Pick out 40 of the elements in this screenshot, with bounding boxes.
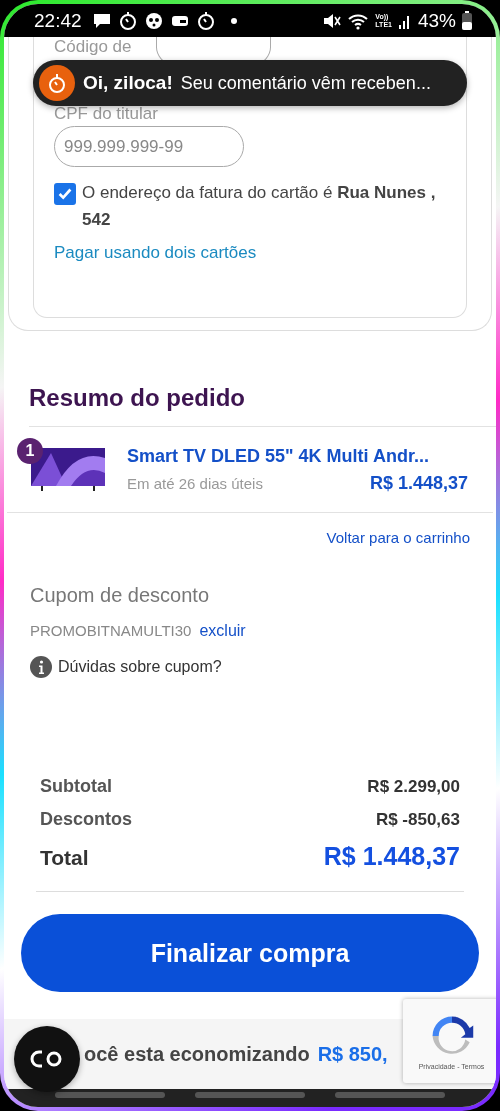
notification-toast[interactable]: Oi, ziloca! Seu comentário vêm receben...: [33, 60, 467, 106]
product-price: R$ 1.448,37: [369, 472, 468, 494]
nav-handle[interactable]: [335, 1092, 445, 1098]
link-icon: [30, 1049, 64, 1069]
field-label: Código de: [54, 37, 132, 57]
total-value: R$ 2.299,00: [367, 777, 460, 797]
section-title: Resumo do pedido: [29, 384, 496, 427]
two-cards-link[interactable]: Pagar usando dois cartões: [54, 243, 257, 263]
savings-text: ocê esta economizando: [84, 1042, 310, 1066]
app-icon: [39, 65, 75, 101]
total-label: Subtotal: [40, 776, 112, 797]
quantity-badge: 1: [17, 437, 43, 464]
more-dot-icon: [229, 16, 238, 25]
checkbox[interactable]: [54, 183, 76, 205]
nav-handle[interactable]: [55, 1092, 165, 1098]
info-icon: [30, 656, 52, 678]
nav-handle[interactable]: [195, 1092, 305, 1098]
back-to-cart-link[interactable]: Voltar para o carrinho: [326, 529, 470, 546]
toast-message: Seu comentário vêm receben...: [180, 72, 431, 94]
field-label: CPF do titular: [54, 104, 159, 124]
delivery-time: Em até 26 dias úteis: [127, 474, 263, 492]
total-label: Descontos: [40, 809, 133, 830]
savings-amount: R$ 850,: [317, 1042, 388, 1066]
timer-icon: [117, 10, 138, 31]
battery-percent: 43%: [417, 9, 456, 32]
remove-coupon-link[interactable]: excluir: [199, 622, 246, 640]
total-label: Total: [40, 846, 89, 870]
total-value: R$ -850,63: [375, 810, 460, 830]
checkout-button[interactable]: Finalizar compra: [21, 914, 479, 992]
coupon-code: PROMOBITNAMULTI30: [30, 622, 192, 639]
timer-icon: [195, 10, 216, 31]
billing-address-text: O endereço da fatura do cartão é Rua Nunes , 542: [82, 182, 437, 231]
coupon-help-link[interactable]: Dúvidas sobre cupom?: [58, 658, 222, 676]
battery-icon: [462, 10, 472, 31]
cpf-field[interactable]: 999.999.999-99: [54, 126, 244, 167]
toast-greeting: Oi, ziloca!: [83, 72, 173, 94]
clock: 22:42: [34, 9, 82, 32]
section-title: Cupom de desconto: [30, 584, 210, 607]
product-name-link[interactable]: Smart TV DLED 55" 4K Multi Andr...: [127, 445, 468, 467]
total-value: R$ 1.448,37: [323, 842, 460, 871]
